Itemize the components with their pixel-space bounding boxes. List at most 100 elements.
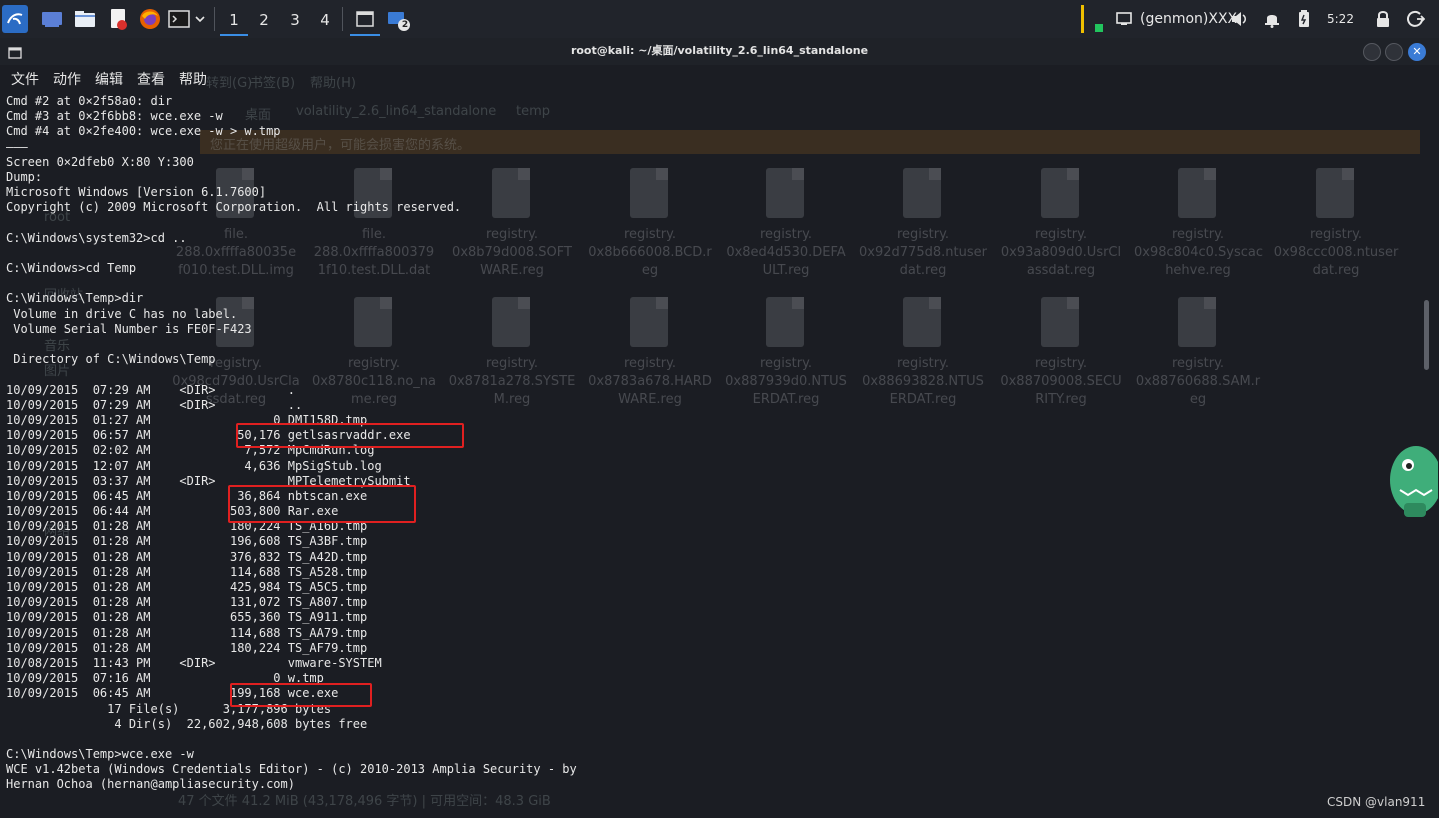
bg-file-icon: [630, 168, 668, 218]
menu-view[interactable]: 查看: [137, 69, 165, 89]
bg-file-label: registry. 0x8ed4d530.DEFA ULT.reg: [726, 227, 846, 278]
menu-action[interactable]: 动作: [53, 69, 81, 89]
terminal-line: 10/09/2015 01:28 AM 655,360 TS_A911.tmp: [6, 610, 368, 625]
workspace-2[interactable]: 2: [250, 6, 278, 34]
volume-icon[interactable]: [1228, 7, 1252, 31]
bg-status-bar: 47 个文件 41.2 MiB (43,178,496 字节) | 可用空间：4…: [178, 794, 551, 809]
bg-file-icon: [766, 297, 804, 347]
bg-file-label: registry. 0x8783a678.HARD WARE.reg: [588, 356, 712, 407]
menu-file[interactable]: 文件: [11, 69, 39, 89]
menu-bar: 文件 动作 编辑 查看 帮助: [0, 66, 1420, 90]
terminal-line: C:\Windows>cd Temp: [6, 261, 137, 276]
bg-file-icon: [766, 168, 804, 218]
terminal-line: Cmd #3 at 0×2f6bb8: wce.exe -w: [6, 109, 223, 124]
menu-help[interactable]: 帮助: [179, 69, 207, 89]
close-icon: ✕: [1412, 45, 1422, 58]
dinosaur-mascot-icon: [1386, 435, 1439, 525]
terminal-line: 10/09/2015 01:28 AM 131,072 TS_A807.tmp: [6, 595, 368, 610]
bg-file-label: registry. 0x88693828.NTUS ERDAT.reg: [862, 356, 984, 407]
clock[interactable]: 5:22: [1327, 12, 1354, 26]
bg-file-icon: [1041, 168, 1079, 218]
taskbar-terminal-window[interactable]: [350, 4, 380, 36]
terminal-line: Hernan Ochoa (hernan@ampliasecurity.com): [6, 777, 295, 792]
bg-file-icon: [903, 168, 941, 218]
bg-file-label: registry. 0x92d775d8.ntuser dat.reg: [859, 227, 987, 278]
terminal-line: 10/09/2015 01:28 AM 196,608 TS_A3BF.tmp: [6, 534, 368, 549]
bg-file-icon: [1316, 168, 1354, 218]
logout-icon[interactable]: [1404, 7, 1428, 31]
terminal-line: WCE v1.42beta (Windows Credentials Edito…: [6, 762, 577, 777]
terminal-line: 10/09/2015 01:28 AM 425,984 TS_A5C5.tmp: [6, 580, 368, 594]
terminal-line: C:\Windows\Temp>dir: [6, 291, 144, 306]
show-desktop-icon[interactable]: [40, 7, 64, 31]
minimize-button[interactable]: [1363, 43, 1381, 61]
terminal-line: Copyright (c) 2009 Microsoft Corporation…: [6, 200, 462, 215]
bg-file-label: registry. 0x88760688.SAM.r eg: [1135, 356, 1261, 407]
workspace-3[interactable]: 3: [281, 6, 309, 34]
panel-separator: [342, 7, 343, 31]
terminal-line: Dump:: [6, 169, 43, 184]
bg-file-label: registry. 0x93a809d0.UsrCl assdat.reg: [1000, 227, 1122, 278]
scrollbar-thumb[interactable]: [1424, 300, 1429, 370]
terminal-line: 4 Dir(s) 22,602,948,608 bytes free: [6, 716, 368, 731]
firefox-icon[interactable]: [138, 7, 162, 31]
file-manager-icon[interactable]: [73, 7, 97, 31]
highlight-box-wce: [230, 683, 372, 707]
terminal-line: C:\Windows\system32>cd ..: [6, 230, 187, 245]
bg-file-icon: [630, 297, 668, 347]
bg-file-label: registry. 0x98c804c0.Syscac hehve.reg: [1134, 227, 1263, 278]
window-title: root@kali: ~/桌面/volatility_2.6_lin64_sta…: [570, 44, 869, 57]
terminal-line: 10/09/2015 01:28 AM 180,224 TS_AF79.tmp: [6, 640, 368, 655]
taskbar-file-manager-window[interactable]: 2: [386, 7, 410, 31]
panel-separator: [214, 7, 215, 31]
terminal-line: 10/09/2015 12:07 AM 4,636 MpSigStub.log: [6, 458, 382, 473]
terminal-line: C:\Windows\Temp>wce.exe -w: [6, 747, 194, 762]
terminal-line: Volume in drive C has no label.: [6, 306, 238, 321]
terminal-line: 10/09/2015 07:29 AM <DIR> .: [6, 382, 295, 397]
workspace-4[interactable]: 4: [311, 6, 339, 34]
window-titlebar[interactable]: root@kali: ~/桌面/volatility_2.6_lin64_sta…: [0, 38, 1439, 65]
maximize-button[interactable]: [1385, 43, 1403, 61]
bg-file-icon: [903, 297, 941, 347]
terminal-line: Screen 0×2dfeb0 X:80 Y:300: [6, 154, 194, 169]
terminal-line: 10/09/2015 01:28 AM 376,832 TS_A42D.tmp: [6, 549, 368, 564]
terminal-icon[interactable]: [168, 7, 190, 31]
terminal-line: Volume Serial Number is FE0F-F423: [6, 321, 252, 336]
bg-file-label: registry. 0x98ccc008.ntuser dat.reg: [1273, 227, 1399, 278]
highlight-box-nbtscan-rar: [228, 485, 416, 523]
close-button[interactable]: ✕: [1408, 43, 1426, 61]
genmon-label[interactable]: (genmon)XXX: [1140, 11, 1237, 27]
kali-menu-icon[interactable]: [2, 5, 28, 33]
terminal-line: 10/09/2015 01:28 AM 114,688 TS_A528.tmp: [6, 564, 368, 579]
window-app-icon: [8, 44, 22, 63]
network-graph: [1095, 24, 1103, 32]
bg-file-icon: [1041, 297, 1079, 347]
window-count-badge: 2: [401, 20, 409, 30]
terminal-line: Cmd #2 at 0×2f58a0: dir: [6, 94, 173, 108]
terminal-line: 10/09/2015 01:28 AM 114,688 TS_AA79.tmp: [6, 625, 368, 640]
terminal-line: Cmd #4 at 0×2fe400: wce.exe -w > w.tmp: [6, 124, 281, 139]
display-icon[interactable]: [1112, 7, 1136, 31]
workspace-1[interactable]: 1: [220, 6, 248, 36]
menu-edit[interactable]: 编辑: [95, 69, 123, 89]
bg-file-icon: [1178, 297, 1216, 347]
bg-file-icon: [1178, 168, 1216, 218]
bg-file-label: registry. 0x88709008.SECU RITY.reg: [1000, 356, 1122, 407]
terminal-line: 10/08/2015 11:43 PM <DIR> vmware-SYSTEM: [6, 655, 382, 670]
lock-screen-icon[interactable]: [1371, 7, 1395, 31]
terminal-line: 10/09/2015 07:29 AM <DIR> ..: [6, 397, 303, 412]
notifications-bell-icon[interactable]: [1260, 7, 1284, 31]
terminal-line: Directory of C:\Windows\Temp: [6, 352, 216, 367]
battery-icon[interactable]: [1292, 7, 1316, 31]
terminal-line: ———: [6, 139, 28, 154]
top-panel: 1 2 3 4 2 (genmon)XXX 5:22: [0, 0, 1439, 39]
text-editor-icon[interactable]: [106, 7, 130, 31]
cpu-graph: [1081, 5, 1084, 33]
chevron-down-icon[interactable]: [192, 7, 208, 31]
